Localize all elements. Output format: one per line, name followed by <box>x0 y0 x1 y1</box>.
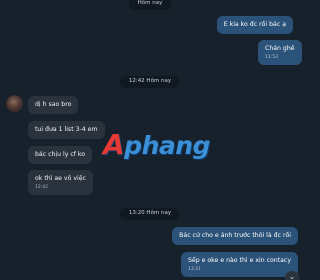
message-text: E kia ko đc rồi bác ạ <box>223 21 286 28</box>
message-text: ok thì ae vô việc <box>35 175 86 182</box>
message-text: bác chịu ly cf ko <box>35 151 86 158</box>
message-bubble-outgoing[interactable]: Bác cứ cho e ảnh trước thôi là đc rồi <box>172 227 298 245</box>
message-bubble-outgoing[interactable]: E kia ko đc rồi bác ạ <box>216 16 293 34</box>
message-time: 13:21 <box>187 266 201 272</box>
chevron-down-icon: ⌄ <box>288 272 296 280</box>
watermark-letter: A <box>103 128 125 161</box>
message-bubble-incoming[interactable]: ok thì ae vô việc 12:42 <box>28 170 93 196</box>
message-bubble-outgoing[interactable]: Sếp e oke e nào thì e xin contacy 13:21 <box>180 252 298 278</box>
date-divider: Hôm nay <box>128 0 172 10</box>
message-bubble-incoming[interactable]: tui đưa 1 list 3-4 em <box>28 121 105 139</box>
message-time: 12:42 <box>35 184 48 190</box>
date-divider: 12:42 Hôm nay <box>119 76 181 88</box>
date-divider: 13:20 Hôm nay <box>119 208 181 220</box>
message-bubble-incoming[interactable]: bác chịu ly cf ko <box>28 146 93 164</box>
message-text: Sếp e oke e nào thì e xin contacy <box>187 257 291 264</box>
chat-view: Hôm nay E kia ko đc rồi bác ạ Chán ghê 1… <box>0 0 302 280</box>
message-text: Bác cứ cho e ảnh trước thôi là đc rồi <box>179 232 291 239</box>
message-bubble-incoming[interactable]: dị h sao bro <box>28 96 79 114</box>
avatar[interactable] <box>6 95 23 112</box>
message-text: dị h sao bro <box>35 101 72 108</box>
watermark-logo: Aphang <box>103 128 210 161</box>
message-text: tui đưa 1 list 3-4 em <box>35 126 98 133</box>
message-time: 11:53 <box>265 54 278 60</box>
message-bubble-outgoing[interactable]: Chán ghê 11:53 <box>258 40 302 66</box>
watermark-text: phang <box>124 131 210 160</box>
message-text: Chán ghê <box>265 45 295 52</box>
scroll-down-button[interactable]: ⌄ <box>285 271 299 280</box>
